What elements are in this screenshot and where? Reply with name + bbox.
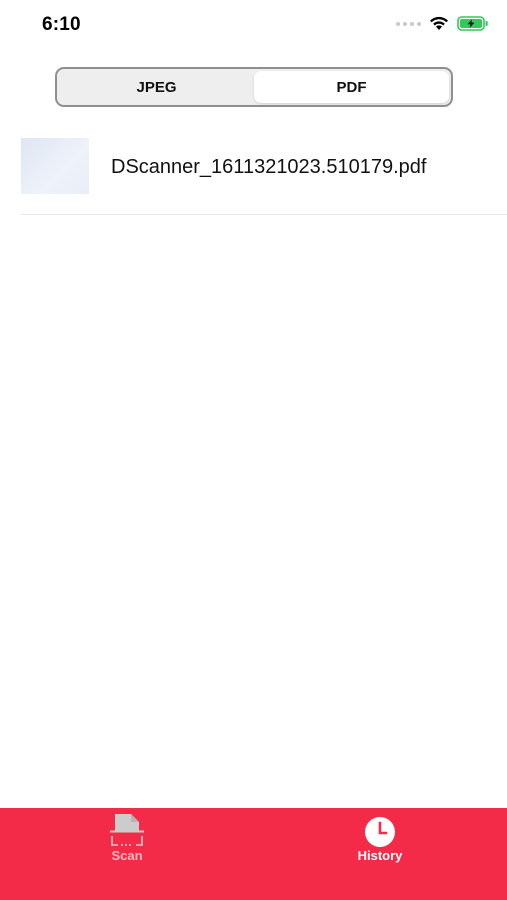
status-icons [396, 16, 489, 31]
format-segmented-control: JPEG PDF [55, 67, 453, 107]
cellular-signal-icon [396, 21, 421, 26]
tab-scan-label: Scan [111, 848, 143, 863]
tab-history[interactable]: History [320, 808, 440, 878]
status-bar: 6:10 [0, 0, 507, 52]
wifi-icon [430, 16, 448, 30]
tab-bar: Scan History [0, 808, 507, 900]
status-time: 6:10 [42, 14, 81, 35]
segment-jpeg[interactable]: JPEG [59, 71, 254, 103]
tab-history-label: History [357, 848, 403, 863]
list-item[interactable]: DScanner_1611321023.510179.pdf [21, 120, 507, 215]
file-list: DScanner_1611321023.510179.pdf [0, 120, 507, 215]
battery-charging-icon [457, 16, 488, 31]
clock-icon [365, 817, 395, 847]
tab-scan[interactable]: Scan [67, 808, 187, 878]
document-thumbnail [21, 138, 89, 194]
file-name: DScanner_1611321023.510179.pdf [111, 156, 427, 178]
scan-document-icon [110, 814, 144, 846]
segment-pdf[interactable]: PDF [254, 71, 449, 103]
